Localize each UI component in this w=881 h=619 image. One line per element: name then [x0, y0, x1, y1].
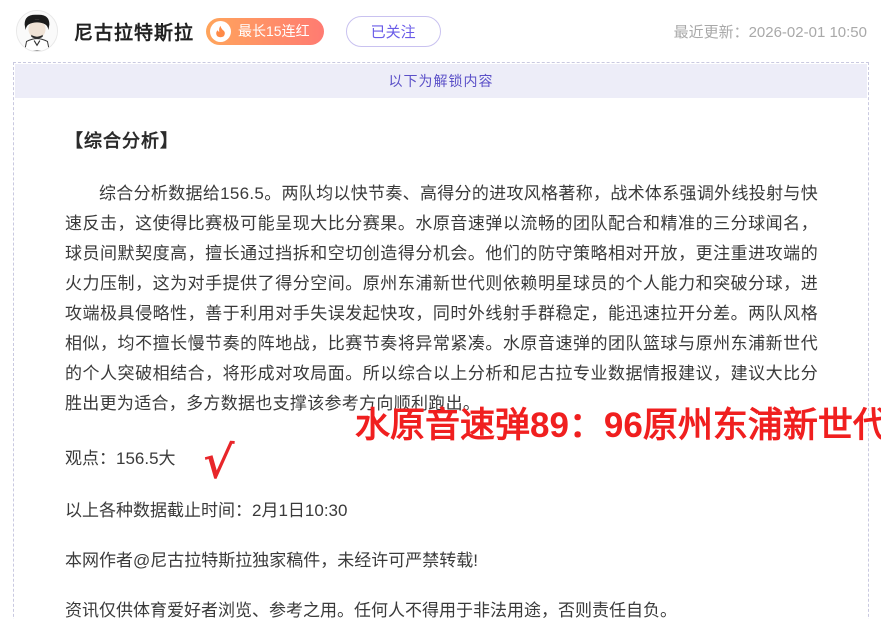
author-name: 尼古拉特斯拉: [74, 18, 194, 45]
viewpoint-text: 观点：156.5大: [65, 449, 176, 468]
section-title: 【综合分析】: [65, 127, 818, 153]
disclaimer-line: 资讯仅供体育爱好者浏览、参考之用。任何人不得用于非法用途，否则责任自负。: [65, 598, 818, 619]
author-header: 尼古拉特斯拉 最长15连红 已关注 最近更新：2026-02-01 10:50: [0, 0, 881, 62]
followed-button[interactable]: 已关注: [346, 16, 441, 47]
data-cutoff-line: 以上各种数据截止时间：2月1日10:30: [65, 498, 818, 524]
unlocked-content-box: 以下为解锁内容 【综合分析】 综合分析数据给156.5。两队均以快节奏、高得分的…: [13, 62, 869, 619]
analysis-paragraph: 综合分析数据给156.5。两队均以快节奏、高得分的进攻风格著称，战术体系强调外线…: [65, 179, 818, 419]
final-score-overlay: 水原音速弹89：96原州东浦新世代: [355, 397, 881, 448]
article-body: 【综合分析】 综合分析数据给156.5。两队均以快节奏、高得分的进攻风格著称，战…: [14, 99, 868, 619]
red-checkmark-icon: √: [201, 438, 234, 486]
last-update-time: 最近更新：2026-02-01 10:50: [674, 21, 867, 42]
flame-icon: [210, 21, 231, 42]
copyright-line: 本网作者@尼古拉特斯拉独家稿件，未经许可严禁转载!: [65, 548, 818, 574]
streak-badge: 最长15连红: [206, 18, 324, 45]
unlock-banner: 以下为解锁内容: [15, 64, 867, 98]
portrait-icon: [17, 11, 57, 51]
streak-badge-label: 最长15连红: [238, 21, 310, 41]
avatar[interactable]: [16, 10, 58, 52]
viewpoint-row: 观点：156.5大 √: [65, 444, 818, 474]
